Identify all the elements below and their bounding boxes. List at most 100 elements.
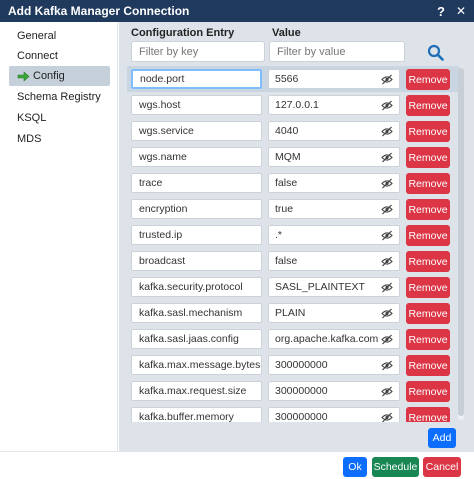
- sidebar-item-config[interactable]: Config: [9, 66, 110, 86]
- remove-entry-button[interactable]: Remove: [406, 355, 450, 376]
- close-button[interactable]: ✕: [452, 2, 470, 20]
- eye-slash-icon[interactable]: [381, 74, 393, 85]
- config-value-field[interactable]: 4040: [268, 121, 400, 141]
- help-button[interactable]: ?: [432, 2, 450, 20]
- remove-entry-button[interactable]: Remove: [406, 95, 450, 116]
- add-entry-button[interactable]: Add: [428, 428, 456, 448]
- remove-entry-button[interactable]: Remove: [406, 225, 450, 246]
- eye-slash-icon[interactable]: [381, 386, 393, 397]
- config-entry-row: node.port 5566 Remove: [127, 66, 459, 92]
- config-key-field[interactable]: wgs.name: [131, 147, 262, 167]
- config-entry-row: trace false Remove: [127, 170, 459, 196]
- remove-entry-button[interactable]: Remove: [406, 251, 450, 272]
- config-key-field[interactable]: kafka.buffer.memory: [131, 407, 262, 422]
- schedule-button[interactable]: Schedule: [372, 457, 419, 477]
- config-key-field[interactable]: broadcast: [131, 251, 262, 271]
- list-scrollbar[interactable]: [458, 68, 464, 420]
- config-value-field[interactable]: false: [268, 251, 400, 271]
- config-entry-row: kafka.buffer.memory 300000000 Remove: [127, 404, 459, 422]
- config-value-text: true: [275, 203, 294, 215]
- config-entry-row: kafka.sasl.jaas.config org.apache.kafka.c…: [127, 326, 459, 352]
- config-entry-row: kafka.max.message.bytes 300000000 Remove: [127, 352, 459, 378]
- config-value-field[interactable]: 127.0.0.1: [268, 95, 400, 115]
- remove-entry-button[interactable]: Remove: [406, 147, 450, 168]
- scrollbar-thumb[interactable]: [458, 68, 464, 416]
- config-key-field[interactable]: wgs.host: [131, 95, 262, 115]
- value-column-header: Value: [272, 27, 301, 39]
- remove-entry-button[interactable]: Remove: [406, 329, 450, 350]
- ok-button[interactable]: Ok: [343, 457, 367, 477]
- config-value-field[interactable]: org.apache.kafka.common.se: [268, 329, 400, 349]
- config-value-text: org.apache.kafka.common.se: [275, 333, 379, 345]
- config-key-field[interactable]: kafka.sasl.mechanism: [131, 303, 262, 323]
- config-value-text: 4040: [275, 125, 299, 137]
- eye-slash-icon[interactable]: [381, 412, 393, 422]
- sidebar-item-schema-registry[interactable]: Schema Registry: [9, 87, 110, 107]
- key-column-header: Configuration Entry: [131, 27, 235, 39]
- config-key-field[interactable]: node.port: [131, 69, 262, 89]
- sidebar-item-mds[interactable]: MDS: [9, 129, 110, 149]
- eye-slash-icon[interactable]: [381, 282, 393, 293]
- sidebar-nav: General Connect Config Schema Registry K…: [0, 22, 118, 451]
- remove-entry-button[interactable]: Remove: [406, 407, 450, 422]
- config-value-field[interactable]: .*: [268, 225, 400, 245]
- config-key-field[interactable]: trace: [131, 173, 262, 193]
- cancel-button[interactable]: Cancel: [423, 457, 461, 477]
- config-entry-row: kafka.sasl.mechanism PLAIN Remove: [127, 300, 459, 326]
- sidebar-item-label: Config: [33, 70, 65, 82]
- config-value-field[interactable]: 300000000: [268, 381, 400, 401]
- sidebar-item-general[interactable]: General: [9, 26, 110, 46]
- dialog-title: Add Kafka Manager Connection: [8, 4, 190, 18]
- sidebar-item-ksql[interactable]: KSQL: [9, 108, 110, 128]
- eye-slash-icon[interactable]: [381, 334, 393, 345]
- eye-slash-icon[interactable]: [381, 126, 393, 137]
- config-value-field[interactable]: false: [268, 173, 400, 193]
- eye-slash-icon[interactable]: [381, 178, 393, 189]
- eye-slash-icon[interactable]: [381, 100, 393, 111]
- config-entry-row: kafka.security.protocol SASL_PLAINTEXT Rem…: [127, 274, 459, 300]
- eye-slash-icon[interactable]: [381, 152, 393, 163]
- eye-slash-icon[interactable]: [381, 308, 393, 319]
- eye-slash-icon[interactable]: [381, 204, 393, 215]
- config-key-field[interactable]: kafka.security.protocol: [131, 277, 262, 297]
- eye-slash-icon[interactable]: [381, 256, 393, 267]
- config-value-field[interactable]: 5566: [268, 69, 400, 89]
- config-value-text: 300000000: [275, 359, 328, 371]
- key-filter-input[interactable]: [131, 41, 265, 62]
- config-value-field[interactable]: SASL_PLAINTEXT: [268, 277, 400, 297]
- config-value-text: PLAIN: [275, 307, 306, 319]
- config-entry-row: broadcast false Remove: [127, 248, 459, 274]
- remove-entry-button[interactable]: Remove: [406, 199, 450, 220]
- config-value-text: SASL_PLAINTEXT: [275, 281, 365, 293]
- value-filter-input[interactable]: [269, 41, 405, 62]
- config-value-field[interactable]: 300000000: [268, 407, 400, 422]
- config-key-field[interactable]: kafka.sasl.jaas.config: [131, 329, 262, 349]
- config-key-field[interactable]: kafka.max.request.size: [131, 381, 262, 401]
- config-value-text: 127.0.0.1: [275, 99, 319, 111]
- remove-entry-button[interactable]: Remove: [406, 303, 450, 324]
- config-value-field[interactable]: PLAIN: [268, 303, 400, 323]
- config-key-field[interactable]: trusted.ip: [131, 225, 262, 245]
- config-key-field[interactable]: kafka.max.message.bytes: [131, 355, 262, 375]
- config-value-field[interactable]: 300000000: [268, 355, 400, 375]
- eye-slash-icon[interactable]: [381, 230, 393, 241]
- config-value-text: false: [275, 177, 298, 189]
- remove-entry-button[interactable]: Remove: [406, 121, 450, 142]
- sidebar-item-label: General: [17, 30, 57, 42]
- search-button[interactable]: [423, 41, 447, 63]
- dialog-footer: Ok Schedule Cancel: [0, 451, 474, 479]
- config-value-field[interactable]: MQM: [268, 147, 400, 167]
- sidebar-item-connect[interactable]: Connect: [9, 46, 110, 66]
- sidebar-item-label: Connect: [17, 50, 58, 62]
- remove-entry-button[interactable]: Remove: [406, 173, 450, 194]
- sidebar-item-label: MDS: [17, 133, 42, 145]
- search-icon: [427, 44, 444, 61]
- config-entry-row: wgs.name MQM Remove: [127, 144, 459, 170]
- remove-entry-button[interactable]: Remove: [406, 69, 450, 90]
- config-key-field[interactable]: encryption: [131, 199, 262, 219]
- remove-entry-button[interactable]: Remove: [406, 381, 450, 402]
- remove-entry-button[interactable]: Remove: [406, 277, 450, 298]
- config-value-field[interactable]: true: [268, 199, 400, 219]
- config-key-field[interactable]: wgs.service: [131, 121, 262, 141]
- eye-slash-icon[interactable]: [381, 360, 393, 371]
